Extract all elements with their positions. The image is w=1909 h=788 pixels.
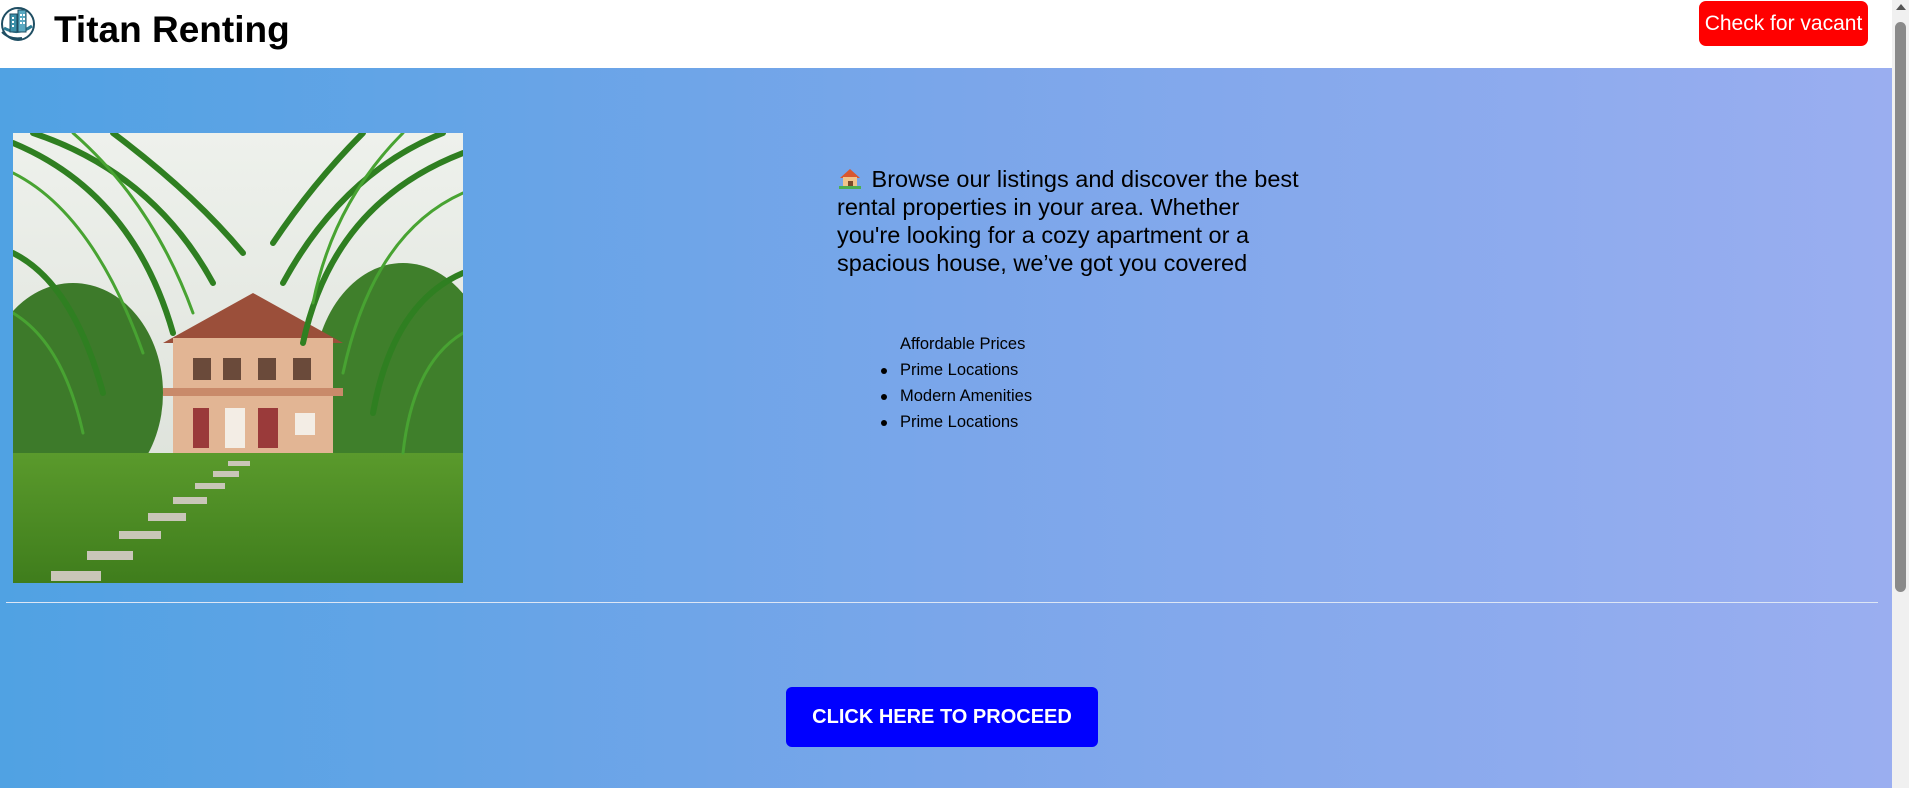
site-title: Titan Renting: [54, 9, 290, 50]
section-divider: [6, 602, 1878, 603]
building-globe-logo-icon: [0, 6, 36, 42]
house-with-palm-trees-photo: [13, 133, 463, 583]
intro-paragraph: Browse our listings and discover the bes…: [837, 165, 1307, 277]
check-vacant-button[interactable]: Check for vacant: [1699, 1, 1868, 46]
page-scrollbar[interactable]: [1892, 0, 1909, 788]
house-emoji-icon: [837, 166, 865, 190]
features-list: Affordable Prices Prime Locations Modern…: [880, 331, 1032, 435]
scroll-up-arrow-icon[interactable]: [1896, 4, 1906, 10]
list-item: Prime Locations: [880, 409, 1032, 435]
intro-text: Browse our listings and discover the bes…: [837, 166, 1299, 276]
site-header: Titan Renting Check for vacant: [0, 0, 1892, 68]
hero-section: Browse our listings and discover the bes…: [0, 68, 1892, 788]
list-item: Affordable Prices: [900, 335, 1026, 353]
scroll-thumb[interactable]: [1895, 22, 1906, 592]
list-item: Modern Amenities: [880, 383, 1032, 409]
proceed-button[interactable]: CLICK HERE TO PROCEED: [786, 687, 1098, 747]
list-item: Prime Locations: [880, 357, 1032, 383]
